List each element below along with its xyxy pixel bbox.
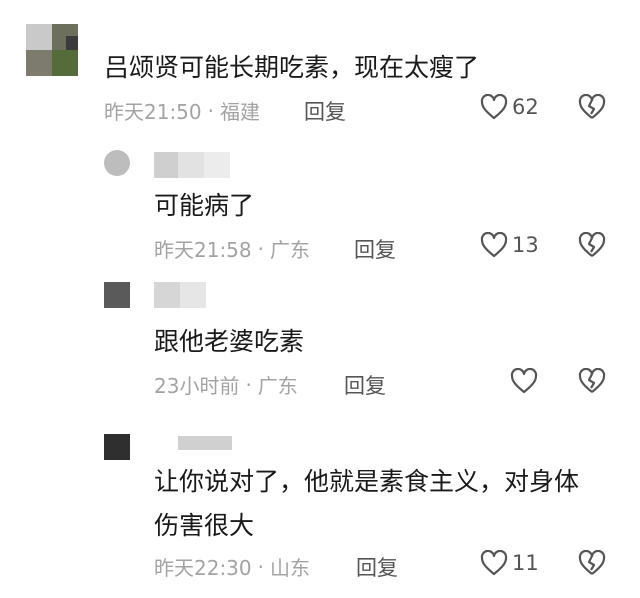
comment-meta: 23小时前 · 广东 bbox=[154, 370, 298, 399]
heart-outline-icon bbox=[480, 232, 508, 258]
separator: · bbox=[207, 98, 214, 123]
like-count: 11 bbox=[512, 551, 539, 575]
like-count: 13 bbox=[512, 233, 539, 257]
comment-4: 让你说对了，他就是素食主义，对身体 伤害很大 昨天22:30 · 山东 回复 1… bbox=[0, 420, 640, 598]
comment-text: 跟他老婆吃素 bbox=[154, 327, 305, 356]
separator: · bbox=[257, 236, 264, 261]
broken-heart-icon bbox=[578, 231, 606, 257]
timestamp: 昨天21:58 bbox=[154, 238, 252, 262]
location: 广东 bbox=[270, 238, 310, 262]
broken-heart-icon bbox=[578, 549, 606, 575]
username-blurred[interactable] bbox=[178, 436, 232, 450]
reply-button[interactable]: 回复 bbox=[304, 96, 346, 126]
dislike-button[interactable] bbox=[578, 367, 606, 398]
username-blurred[interactable] bbox=[154, 282, 206, 308]
reply-button[interactable]: 回复 bbox=[344, 370, 386, 400]
separator: · bbox=[245, 372, 252, 397]
like-button[interactable] bbox=[510, 368, 538, 394]
timestamp: 昨天21:50 bbox=[104, 100, 202, 124]
comment-meta: 昨天21:50 · 福建 bbox=[104, 96, 260, 125]
separator: · bbox=[257, 554, 264, 579]
comment-text: 可能病了 bbox=[154, 191, 255, 220]
broken-heart-icon bbox=[578, 93, 606, 119]
comment-text-line-2: 伤害很大 bbox=[154, 511, 255, 540]
like-button[interactable]: 11 bbox=[480, 550, 539, 576]
comment-text-line-1: 让你说对了，他就是素食主义，对身体 bbox=[154, 467, 580, 496]
like-count: 62 bbox=[512, 95, 539, 119]
comment-2: 可能病了 昨天21:58 · 广东 回复 13 bbox=[0, 140, 640, 280]
location: 福建 bbox=[220, 100, 260, 124]
comment-1: 吕颂贤可能长期吃素，现在太瘦了 昨天21:50 · 福建 回复 62 bbox=[0, 0, 640, 140]
comment-meta: 昨天21:58 · 广东 bbox=[154, 234, 310, 263]
dislike-button[interactable] bbox=[578, 93, 606, 124]
reply-button[interactable]: 回复 bbox=[356, 552, 398, 582]
broken-heart-icon bbox=[578, 367, 606, 393]
location: 山东 bbox=[270, 556, 310, 580]
location: 广东 bbox=[257, 374, 298, 398]
username-blurred[interactable] bbox=[154, 152, 230, 178]
dislike-button[interactable] bbox=[578, 231, 606, 262]
timestamp: 昨天22:30 bbox=[154, 556, 252, 580]
comment-text: 吕颂贤可能长期吃素，现在太瘦了 bbox=[104, 53, 480, 82]
heart-outline-icon bbox=[510, 368, 538, 394]
avatar[interactable] bbox=[104, 434, 130, 460]
heart-outline-icon bbox=[480, 94, 508, 120]
like-button[interactable]: 13 bbox=[480, 232, 539, 258]
avatar[interactable] bbox=[104, 282, 130, 308]
comment-3: 跟他老婆吃素 23小时前 · 广东 回复 bbox=[0, 280, 640, 420]
avatar[interactable] bbox=[26, 24, 78, 76]
like-button[interactable]: 62 bbox=[480, 94, 539, 120]
dislike-button[interactable] bbox=[578, 549, 606, 580]
heart-outline-icon bbox=[480, 550, 508, 576]
timestamp: 23小时前 bbox=[154, 374, 240, 398]
avatar[interactable] bbox=[104, 150, 130, 176]
reply-button[interactable]: 回复 bbox=[354, 234, 396, 264]
comment-meta: 昨天22:30 · 山东 bbox=[154, 552, 310, 581]
